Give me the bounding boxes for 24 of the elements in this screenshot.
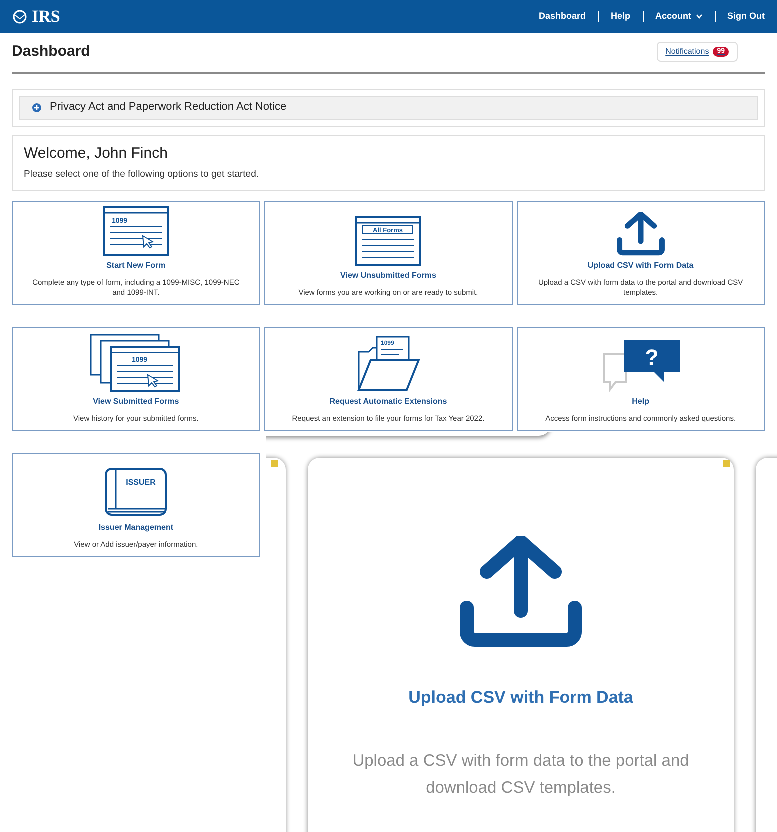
caret-icon [696,14,702,19]
page-title: Dashboard [12,42,90,62]
plus-circle-icon [32,102,42,112]
welcome-subtitle: Please select one of the following options to get started. [24,168,260,182]
privacy-notice-toggle[interactable]: Privacy Act and Paperwork Reduction Act Notice [19,96,758,120]
account-menu[interactable]: Account [656,10,702,24]
card-title: Upload CSV with Form Data [588,260,694,272]
nav-link[interactable]: Sign Out [728,10,765,24]
card-title: Issuer Management [98,522,174,534]
nav-link[interactable]: Help [610,10,630,24]
card-description: Upload a CSV with form data to the portal and download CSV templates. [352,750,690,798]
nav-link[interactable]: Dashboard [538,10,586,24]
card-title: View Unsubmitted Forms [340,270,436,282]
logo-text: IRS [32,6,60,28]
corner-marker-icon [723,460,730,467]
card-title: Start New Form [106,260,166,272]
card-title: View Submitted Forms [93,396,180,408]
card-title: Request Automatic Extensions [330,396,448,408]
upload-icon [459,536,583,648]
corner-marker-icon [271,460,278,467]
card-title: Help [632,396,650,408]
welcome-heading: Welcome, John Finch [24,144,169,164]
book-icon: ISSUER [104,468,168,518]
card-title: Upload CSV with Form Data [408,687,634,709]
